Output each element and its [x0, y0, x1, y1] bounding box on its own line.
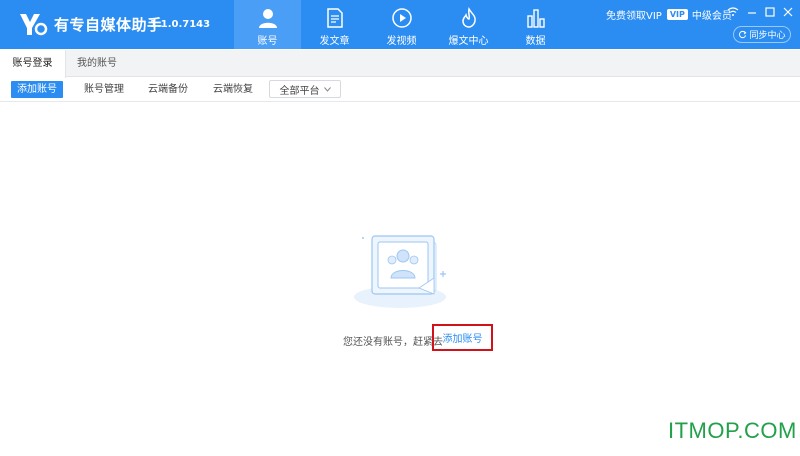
- nav-item-video[interactable]: 发视频: [368, 0, 435, 49]
- maximize-icon[interactable]: [764, 6, 776, 18]
- nav-label: 数据: [525, 36, 546, 47]
- tab-account-login[interactable]: 账号登录: [0, 50, 66, 78]
- tab-bar: 账号登录 我的账号: [0, 50, 800, 78]
- app-logo-icon: [20, 14, 48, 36]
- vip-badge: VIP: [666, 9, 688, 20]
- document-icon: [326, 8, 343, 28]
- cloud-restore-button[interactable]: 云端恢复: [213, 81, 253, 98]
- tab-my-accounts[interactable]: 我的账号: [66, 50, 128, 77]
- app-version: 1.1.0.7143: [150, 19, 211, 30]
- member-level: 中级会员: [691, 11, 732, 22]
- app-title: 有专自媒体助手: [54, 16, 163, 34]
- title-bar: 有专自媒体助手 1.1.0.7143 账号 发文章 发视频 爆文中心 数据 免费…: [0, 0, 800, 49]
- nav-label: 爆文中心: [448, 36, 489, 47]
- platform-select-value: 全部平台: [279, 85, 320, 97]
- platform-select[interactable]: 全部平台: [269, 80, 341, 98]
- free-vip-link[interactable]: 免费领取VIP: [606, 7, 662, 22]
- user-icon: [258, 9, 277, 28]
- empty-state-message: 您还没有账号，赶紧去: [343, 337, 443, 348]
- nav-item-viral[interactable]: 爆文中心: [435, 0, 502, 49]
- flame-icon: [461, 7, 476, 28]
- cloud-backup-button[interactable]: 云端备份: [148, 81, 188, 98]
- add-account-link[interactable]: 添加账号: [432, 324, 493, 351]
- minimize-icon[interactable]: [746, 6, 758, 18]
- wifi-icon[interactable]: [727, 6, 739, 18]
- account-manage-button[interactable]: 账号管理: [84, 81, 124, 98]
- nav-item-account[interactable]: 账号: [234, 0, 301, 49]
- nav-item-article[interactable]: 发文章: [301, 0, 368, 49]
- close-icon[interactable]: [782, 6, 794, 18]
- sync-label: 同步中心: [749, 31, 786, 41]
- add-account-button[interactable]: 添加账号: [11, 81, 63, 98]
- sync-icon: [739, 30, 747, 39]
- nav-label: 发视频: [386, 36, 417, 47]
- play-icon: [391, 8, 412, 28]
- main-nav: 账号 发文章 发视频 爆文中心 数据: [234, 0, 569, 49]
- nav-label: 账号: [257, 36, 278, 47]
- watermark: ITMOP.COM: [668, 418, 797, 443]
- toolbar: 添加账号 账号管理 云端备份 云端恢复 全部平台: [0, 78, 800, 102]
- chevron-down-icon: [323, 86, 331, 92]
- nav-item-data[interactable]: 数据: [502, 0, 569, 49]
- empty-accounts-illustration: [354, 235, 446, 308]
- nav-label: 发文章: [319, 36, 350, 47]
- vip-area: 免费领取VIP VIP 中级会员: [606, 7, 732, 22]
- sync-center-button[interactable]: 同步中心: [733, 26, 791, 43]
- bar-chart-icon: [526, 9, 545, 28]
